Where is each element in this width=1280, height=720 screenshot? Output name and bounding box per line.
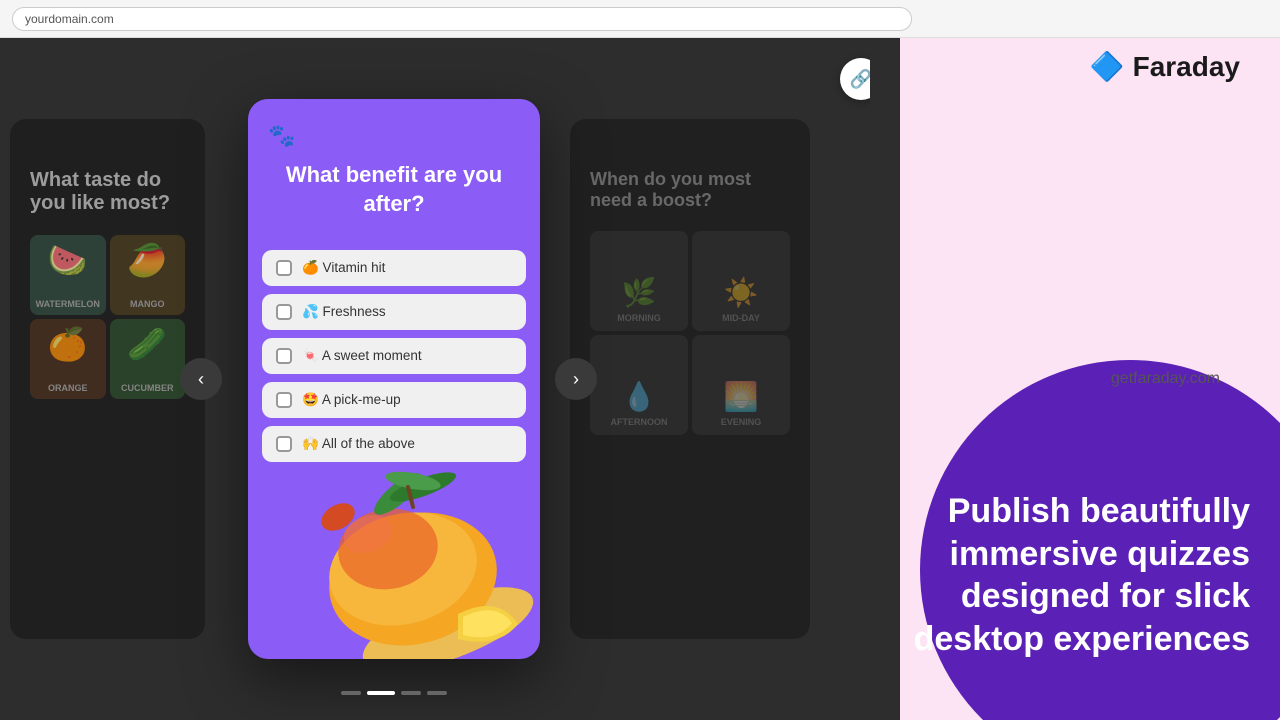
option-pickup-checkbox[interactable] [276,392,292,408]
address-text: yourdomain.com [25,12,114,26]
evening-label: EVENING [721,417,762,427]
option-sweet-checkbox[interactable] [276,348,292,364]
slide-question: What benefit are you after? [268,161,520,218]
next-button[interactable]: › [555,358,597,400]
mango-illustration [258,439,538,659]
option-pickup-text: 🤩 A pick-me-up [302,392,401,408]
afternoon-icon: 💧 [622,380,657,413]
next-icon: › [573,369,579,390]
faraday-bolt-icon: 🔷 [1090,50,1125,83]
orange-emoji: 🍊 [48,325,88,363]
option-freshness-checkbox[interactable] [276,304,292,320]
headline-text: Publish beautifully immersive quizzes de… [910,490,1250,660]
paw-icon: 🐾 [268,123,520,149]
time-morning: 🌿 MORNING [590,231,688,331]
faraday-brand-name: Faraday [1133,51,1240,83]
time-evening: 🌅 EVENING [692,335,790,435]
indicator-2-active[interactable] [367,691,395,695]
slides-area: What taste do you like most? 🍉 WATERMELO… [0,38,870,720]
right-panel-headline: Publish beautifully immersive quizzes de… [910,490,1250,660]
afternoon-label: AFTERNOON [611,417,668,427]
watermelon-emoji: 🍉 [48,241,88,279]
link-button[interactable]: 🔗 [840,58,870,100]
option-sweet[interactable]: 🍬 A sweet moment [262,338,526,374]
right-slide: When do you most need a boost? 🌿 MORNING… [570,119,810,639]
indicator-4[interactable] [427,691,447,695]
mango-label: MANGO [130,299,165,309]
morning-icon: 🌿 [622,276,657,309]
option-pickup[interactable]: 🤩 A pick-me-up [262,382,526,418]
cucumber-label: CUCUMBER [121,383,174,393]
website-link: getfaraday.com [1111,370,1220,388]
right-slide-title: When do you most need a boost? [590,169,790,211]
fruit-mango: 🥭 MANGO [110,235,186,315]
left-slide: What taste do you like most? 🍉 WATERMELO… [10,119,205,639]
option-vitamin[interactable]: 🍊 Vitamin hit [262,250,526,286]
time-afternoon: 💧 AFTERNOON [590,335,688,435]
time-midday: ☀️ MID-DAY [692,231,790,331]
orange-label: ORANGE [48,383,88,393]
center-slide: 🐾 What benefit are you after? 🍊 Vitamin … [248,99,540,659]
mango-emoji: 🥭 [127,241,167,279]
prev-button[interactable]: ‹ [180,358,222,400]
address-bar[interactable]: yourdomain.com [12,7,912,31]
fruit-cucumber: 🥒 CUCUMBER [110,319,186,399]
option-vitamin-text: 🍊 Vitamin hit [302,260,385,276]
watermelon-label: WATERMELON [36,299,100,309]
indicator-1[interactable] [341,691,361,695]
option-sweet-text: 🍬 A sweet moment [302,348,422,364]
cucumber-emoji: 🥒 [127,325,167,363]
option-freshness[interactable]: 💦 Freshness [262,294,526,330]
fruit-grid: 🍉 WATERMELON 🥭 MANGO 🍊 ORANGE 🥒 CUCUMBER [30,235,185,399]
midday-icon: ☀️ [724,276,759,309]
options-list: 🍊 Vitamin hit 💦 Freshness 🍬 A sweet mome… [248,250,540,462]
slide-indicators [248,691,540,695]
fruit-watermelon: 🍉 WATERMELON [30,235,106,315]
midday-label: MID-DAY [722,313,760,323]
prev-icon: ‹ [198,369,204,390]
option-vitamin-checkbox[interactable] [276,260,292,276]
browser-content: 🔷 Faraday getfaraday.com Publish beautif… [0,38,1280,720]
link-icon: 🔗 [850,69,870,90]
evening-icon: 🌅 [724,380,759,413]
browser-bar: yourdomain.com [0,0,1280,38]
time-grid: 🌿 MORNING ☀️ MID-DAY 💧 AFTERNOON 🌅 EVENI… [590,231,790,435]
indicator-3[interactable] [401,691,421,695]
left-slide-title: What taste do you like most? [30,169,185,215]
fruit-orange: 🍊 ORANGE [30,319,106,399]
faraday-logo: 🔷 Faraday [1090,50,1240,83]
option-freshness-text: 💦 Freshness [302,304,386,320]
morning-label: MORNING [617,313,661,323]
